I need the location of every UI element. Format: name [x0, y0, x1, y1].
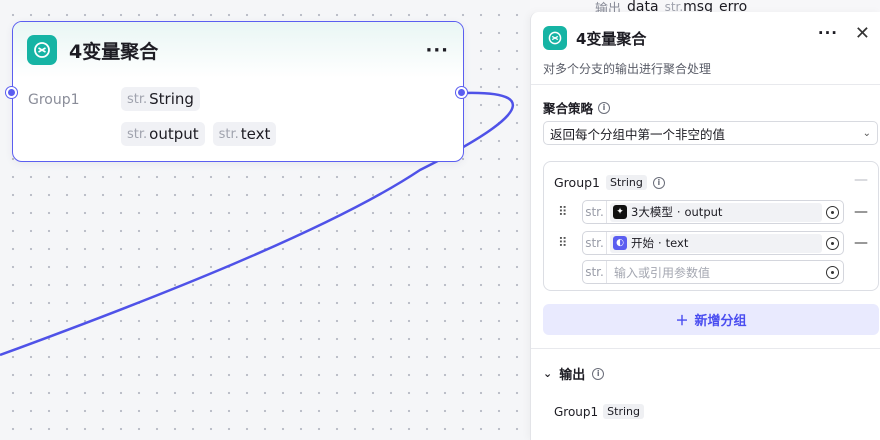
group-card: Group1 String i — ⠿ str. ✦ 3大模型 · output —…: [543, 161, 879, 291]
variable-row: ⠿ str. ◐ 开始 · text —: [558, 231, 868, 255]
group-name: Group1: [554, 175, 601, 190]
info-icon[interactable]: i: [652, 176, 665, 189]
node-header: 4变量聚合 ···: [13, 22, 463, 78]
node-output-port[interactable]: [456, 87, 467, 98]
variable-row: ⠿ str. ✦ 3大模型 · output —: [558, 200, 868, 224]
variable-reference-chip[interactable]: ◐ 开始 · text: [610, 233, 822, 253]
aggregate-icon: [27, 35, 57, 65]
remove-group-button[interactable]: —: [854, 172, 868, 188]
workflow-canvas[interactable]: 4变量聚合 ··· Group1 str. String str. output s…: [0, 0, 530, 440]
panel-title: 4变量聚合: [576, 29, 647, 48]
llm-icon: ✦: [613, 205, 627, 219]
start-icon: ◐: [613, 236, 627, 250]
info-icon[interactable]: i: [598, 101, 611, 114]
remove-variable-button[interactable]: —: [854, 204, 868, 220]
reference-target-icon[interactable]: [826, 205, 839, 219]
reference-target-icon[interactable]: [826, 265, 839, 279]
variable-row-empty: str. 输入或引用参数值: [582, 260, 844, 284]
node-group-label: Group1: [28, 92, 80, 108]
variable-input[interactable]: str. ◐ 开始 · text: [582, 231, 844, 255]
new-variable-input[interactable]: str. 输入或引用参数值: [582, 260, 844, 284]
node-title: 4变量聚合: [69, 40, 159, 63]
node-input-port[interactable]: [6, 87, 17, 98]
reference-target-icon[interactable]: [826, 236, 839, 250]
remove-variable-button[interactable]: —: [854, 235, 868, 251]
aggregate-icon: [543, 26, 567, 50]
node-input-output: str. output: [121, 122, 205, 146]
chevron-down-icon: ⌄: [862, 127, 871, 139]
output-item: Group1 String: [554, 404, 644, 419]
group-type-tag: String: [606, 175, 647, 190]
node-input-text: str. text: [212, 122, 277, 146]
variable-reference-chip[interactable]: ✦ 3大模型 · output: [610, 202, 822, 222]
strategy-label: 聚合策略 i: [543, 98, 611, 117]
panel-more-button[interactable]: ···: [818, 24, 838, 42]
aggregator-node[interactable]: 4变量聚合 ··· Group1 str. String str. output s…: [12, 21, 464, 162]
node-settings-panel: 4变量聚合 ··· ✕ 对多个分支的输出进行聚合处理 聚合策略 i 返回每个分组…: [530, 12, 880, 440]
plus-icon: ＋: [675, 314, 689, 329]
node-more-button[interactable]: ···: [425, 40, 449, 61]
output-section-header[interactable]: ⌄ 输出 i: [543, 364, 605, 383]
info-icon[interactable]: i: [592, 367, 605, 380]
drag-handle-icon[interactable]: ⠿: [558, 206, 570, 219]
panel-description: 对多个分支的输出进行聚合处理: [543, 62, 712, 76]
close-icon[interactable]: ✕: [855, 23, 870, 44]
drag-handle-icon[interactable]: ⠿: [558, 237, 570, 250]
strategy-select[interactable]: 返回每个分组中第一个非空的值 ⌄: [543, 121, 878, 145]
node-group-type: str. String: [121, 87, 200, 111]
add-group-button[interactable]: ＋ 新增分组: [543, 304, 879, 335]
variable-input[interactable]: str. ✦ 3大模型 · output: [582, 200, 844, 224]
chevron-down-icon: ⌄: [543, 367, 553, 380]
